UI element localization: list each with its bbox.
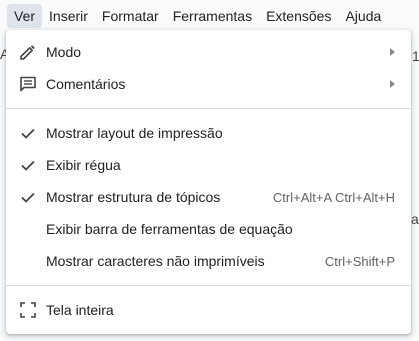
keyboard-shortcut: Ctrl+Alt+A Ctrl+Alt+H [272, 189, 395, 205]
menu-inserir[interactable]: Inserir [42, 4, 95, 28]
menu-item-label: Mostrar caracteres não imprimíveis [46, 253, 265, 269]
menu-item-label: Comentários [46, 76, 126, 92]
menu-item-label: Mostrar layout de impressão [46, 125, 223, 141]
menu-item-tela-inteira[interactable]: Tela inteira [6, 294, 411, 326]
menu-item-label: Mostrar estrutura de tópicos [46, 189, 221, 205]
pencil-icon [20, 45, 35, 60]
background-fragment: 1 [412, 48, 419, 64]
menu-item-exibir-regua[interactable]: Exibir régua [6, 149, 411, 181]
menu-item-label: Modo [46, 44, 82, 60]
menu-item-caracteres-nao-imprimiveis[interactable]: Mostrar caracteres não imprimíveis Ctrl+… [6, 245, 411, 277]
menu-item-barra-equacao[interactable]: Exibir barra de ferramentas de equação [6, 213, 411, 245]
menu-separator [6, 285, 411, 286]
menu-bar: Ver Inserir Formatar Ferramentas Extensõ… [0, 0, 419, 32]
view-menu-dropdown: Modo Comentários Mostrar layout de impre… [6, 30, 411, 334]
submenu-arrow-icon [390, 48, 395, 56]
fullscreen-icon [20, 302, 36, 318]
check-icon [21, 128, 35, 139]
keyboard-shortcut: Ctrl+Shift+P [324, 253, 395, 269]
menu-item-label: Exibir barra de ferramentas de equação [46, 221, 293, 237]
menu-item-label: Tela inteira [46, 302, 114, 318]
menu-item-estrutura-topicos[interactable]: Mostrar estrutura de tópicos Ctrl+Alt+A … [6, 181, 411, 213]
menu-ver[interactable]: Ver [7, 4, 43, 28]
menu-item-mostrar-layout[interactable]: Mostrar layout de impressão [6, 117, 411, 149]
menu-separator [6, 108, 411, 109]
background-fragment: ai [411, 211, 419, 227]
menu-ajuda[interactable]: Ajuda [338, 4, 388, 28]
menu-item-modo[interactable]: Modo [6, 36, 411, 68]
check-icon [21, 192, 35, 203]
comment-icon [20, 76, 36, 92]
menu-ferramentas[interactable]: Ferramentas [166, 4, 259, 28]
menu-item-label: Exibir régua [46, 157, 121, 173]
menu-item-comentarios[interactable]: Comentários [6, 68, 411, 100]
check-icon [21, 160, 35, 171]
submenu-arrow-icon [390, 80, 395, 88]
menu-formatar[interactable]: Formatar [95, 4, 166, 28]
menu-extensoes[interactable]: Extensões [259, 4, 338, 28]
